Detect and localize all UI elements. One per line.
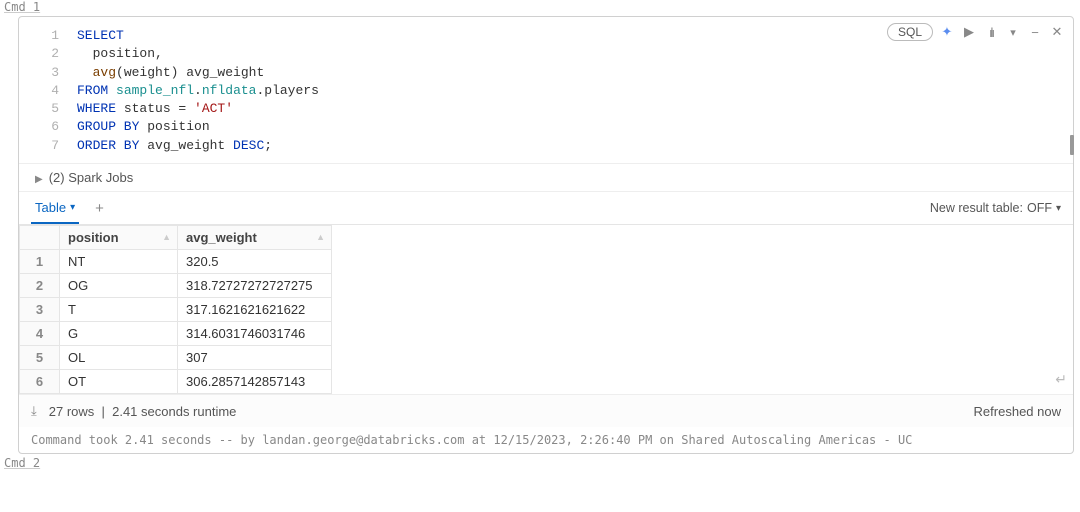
- results-footer: ⤓ 27 rows | 2.41 seconds runtime Refresh…: [19, 394, 1073, 427]
- results-table: position▲ avg_weight▲ 1NT320.52OG318.727…: [19, 225, 332, 394]
- resize-handle[interactable]: [1070, 135, 1074, 155]
- language-badge[interactable]: SQL: [887, 23, 933, 41]
- cell-position: T: [60, 298, 178, 322]
- command-meta: Command took 2.41 seconds -- by landan.g…: [19, 427, 1073, 453]
- spark-jobs-label: (2) Spark Jobs: [49, 170, 134, 185]
- cell-avg-weight: 306.2857142857143: [178, 370, 332, 394]
- caret-right-icon: ▶: [35, 174, 43, 185]
- cell-avg-weight: 320.5: [178, 250, 332, 274]
- magic-icon[interactable]: ✦: [939, 24, 955, 40]
- results-table-wrap: position▲ avg_weight▲ 1NT320.52OG318.727…: [19, 224, 1073, 394]
- cell-position: NT: [60, 250, 178, 274]
- row-count: 27 rows: [49, 404, 95, 419]
- line-gutter: 1234567: [33, 27, 77, 155]
- row-index: 1: [20, 250, 60, 274]
- download-icon[interactable]: ⤓: [31, 403, 37, 419]
- refreshed-status: Refreshed now: [974, 404, 1061, 419]
- chevron-down-icon: ▾: [70, 202, 75, 213]
- table-row[interactable]: 4G314.6031746031746: [20, 322, 332, 346]
- table-row[interactable]: 2OG318.72727272727275: [20, 274, 332, 298]
- table-row[interactable]: 7C305.54794520547944: [20, 394, 332, 395]
- spark-jobs-toggle[interactable]: ▶ (2) Spark Jobs: [19, 163, 1073, 191]
- return-icon: ↵: [1055, 371, 1067, 388]
- sort-icon: ▲: [316, 232, 325, 242]
- table-row[interactable]: 1NT320.5: [20, 250, 332, 274]
- cell-avg-weight: 307: [178, 346, 332, 370]
- cell-position: OG: [60, 274, 178, 298]
- row-index: 4: [20, 322, 60, 346]
- row-index: 2: [20, 274, 60, 298]
- chevron-down-icon[interactable]: ▾: [1005, 26, 1021, 39]
- close-icon[interactable]: ✕: [1049, 24, 1065, 40]
- tab-label: Table: [35, 200, 66, 215]
- new-result-toggle[interactable]: New result table: OFF ▾: [930, 201, 1061, 215]
- cell-position: G: [60, 322, 178, 346]
- code-content[interactable]: SELECT position, avg(weight) avg_weight …: [77, 27, 319, 155]
- cell-position: OT: [60, 370, 178, 394]
- run-icon[interactable]: ▶: [961, 24, 977, 40]
- cell-position: OL: [60, 346, 178, 370]
- column-header-avg-weight[interactable]: avg_weight▲: [178, 226, 332, 250]
- tab-table[interactable]: Table ▾: [31, 192, 79, 224]
- table-row[interactable]: 6OT306.2857142857143: [20, 370, 332, 394]
- table-row[interactable]: 5OL307: [20, 346, 332, 370]
- sort-icon: ▲: [162, 232, 171, 242]
- cell-toolbar: SQL ✦ ▶ ılı ▾ − ✕: [887, 23, 1065, 41]
- cell-avg-weight: 305.54794520547944: [178, 394, 332, 395]
- minimize-icon[interactable]: −: [1027, 25, 1043, 40]
- cell-avg-weight: 314.6031746031746: [178, 322, 332, 346]
- notebook-cell: SQL ✦ ▶ ılı ▾ − ✕ 1234567 SELECT positio…: [18, 16, 1074, 454]
- chevron-down-icon: ▾: [1056, 203, 1061, 214]
- results-tab-bar: Table ▾ + New result table: OFF ▾: [19, 191, 1073, 224]
- column-header-position[interactable]: position▲: [60, 226, 178, 250]
- add-tab-button[interactable]: +: [89, 200, 110, 217]
- row-index: 5: [20, 346, 60, 370]
- cell-avg-weight: 318.72727272727275: [178, 274, 332, 298]
- row-index: 7: [20, 394, 60, 395]
- runtime: 2.41 seconds runtime: [112, 404, 236, 419]
- cmd-header-next: Cmd 2: [0, 456, 1080, 470]
- cmd-header: Cmd 1: [0, 0, 1080, 14]
- row-index: 3: [20, 298, 60, 322]
- row-index: 6: [20, 370, 60, 394]
- table-row[interactable]: 3T317.1621621621622: [20, 298, 332, 322]
- cell-avg-weight: 317.1621621621622: [178, 298, 332, 322]
- chart-icon[interactable]: ılı: [983, 25, 999, 40]
- cell-position: C: [60, 394, 178, 395]
- row-index-header: [20, 226, 60, 250]
